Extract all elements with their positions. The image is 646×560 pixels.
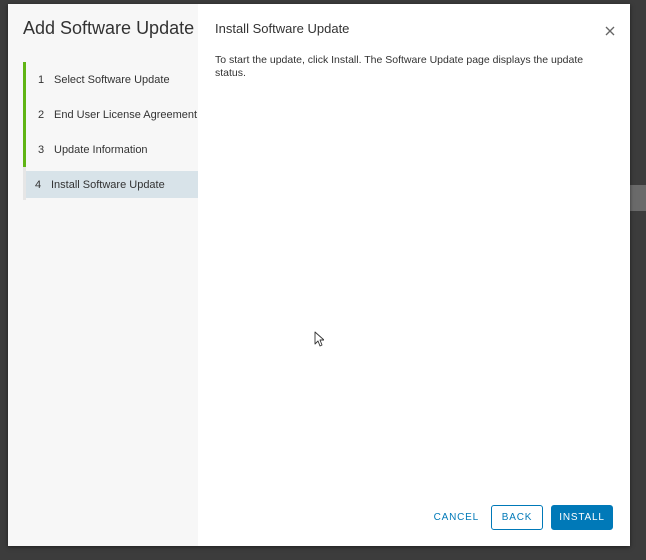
install-button[interactable]: INSTALL <box>551 505 613 530</box>
step-label: End User License Agreement <box>54 108 198 121</box>
wizard-step-list: 1 Select Software Update 2 End User Lice… <box>23 62 198 198</box>
page-description: To start the update, click Install. The … <box>215 54 584 79</box>
wizard-content: Install Software Update To start the upd… <box>198 4 630 546</box>
wizard-title: Add Software Update <box>23 18 195 38</box>
wizard-step-select-software-update[interactable]: 1 Select Software Update <box>23 62 198 97</box>
wizard-footer: CANCEL BACK INSTALL <box>426 505 613 530</box>
step-label: Update Information <box>54 143 148 156</box>
step-label: Install Software Update <box>51 178 165 191</box>
step-number: 4 <box>35 178 42 191</box>
back-button[interactable]: BACK <box>491 505 543 530</box>
step-number: 1 <box>38 73 45 86</box>
close-button[interactable] <box>604 24 616 36</box>
cancel-button[interactable]: CANCEL <box>426 505 487 530</box>
wizard-step-update-information[interactable]: 3 Update Information <box>23 132 198 167</box>
wizard-step-install-software-update[interactable]: 4 Install Software Update <box>26 171 198 198</box>
step-label: Select Software Update <box>54 73 170 86</box>
step-number: 3 <box>38 143 45 156</box>
step-number: 2 <box>38 108 45 121</box>
background-scroll-hint <box>628 185 646 211</box>
wizard-step-end-user-license-agreement[interactable]: 2 End User License Agreement <box>23 97 198 132</box>
add-software-update-dialog: Add Software Update 1 Select Software Up… <box>8 4 630 546</box>
wizard-sidebar: Add Software Update 1 Select Software Up… <box>8 4 198 546</box>
page-title: Install Software Update <box>215 21 350 36</box>
close-icon <box>605 26 615 36</box>
mouse-pointer-icon <box>314 331 324 347</box>
